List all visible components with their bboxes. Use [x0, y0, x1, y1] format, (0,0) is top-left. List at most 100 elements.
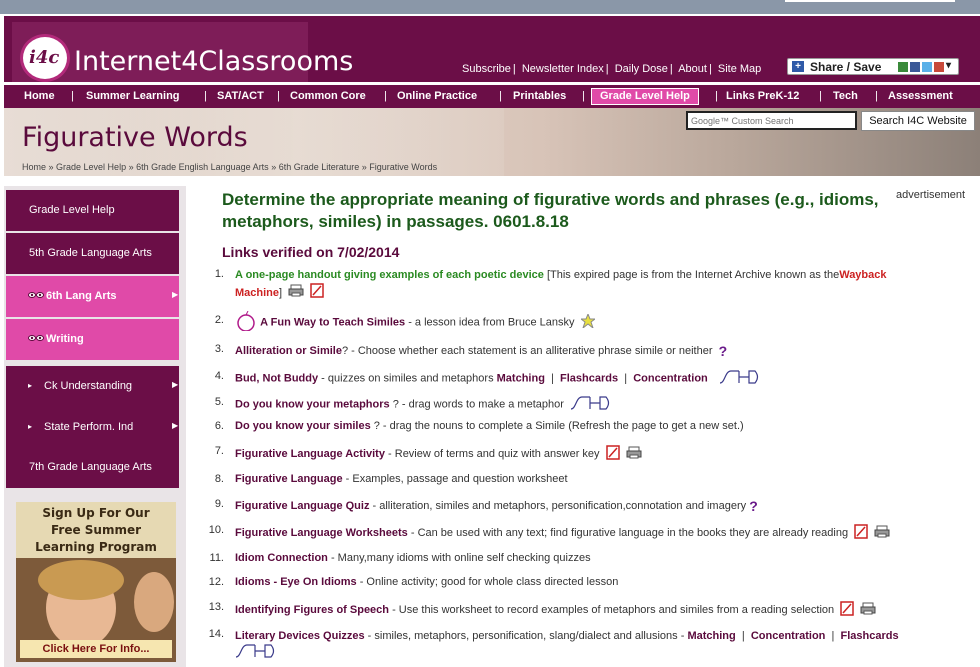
link-figurative-language[interactable]: Figurative Language	[235, 473, 343, 485]
breadcrumb-current: Figurative Words	[369, 162, 438, 172]
breadcrumb-6th-grade-ela[interactable]: 6th Grade English Language Arts	[136, 162, 269, 172]
link-literary-devices-quizzes[interactable]: Literary Devices Quizzes	[235, 630, 365, 642]
search-input[interactable]	[686, 111, 857, 130]
promo-line: Sign Up For Our	[42, 506, 150, 520]
share-label: Share / Save	[810, 60, 882, 74]
interactive-icon	[570, 396, 612, 413]
twitter-icon	[922, 62, 932, 72]
sidebar-item-5th-grade-la[interactable]: 5th Grade Language Arts	[6, 233, 179, 274]
eyes-icon	[28, 292, 44, 298]
concentration-link[interactable]: Concentration	[633, 372, 708, 384]
sidebar-item-label: Writing	[46, 333, 84, 345]
link-fun-way-similes[interactable]: A Fun Way to Teach Similes	[260, 316, 405, 328]
link-eye-on-idioms[interactable]: Idioms - Eye On Idioms	[235, 576, 357, 588]
worksheet-icon	[840, 601, 854, 619]
question-icon: ?	[718, 343, 728, 359]
promo-cta[interactable]: Click Here For Info...	[20, 640, 172, 658]
sidebar-item-label: 6th Lang Arts	[46, 290, 117, 302]
sidebar-item-label: 7th Grade Language Arts	[29, 461, 152, 473]
printer-icon	[874, 525, 890, 541]
link-figurative-language-worksheets[interactable]: Figurative Language Worksheets	[235, 527, 408, 539]
promo-photo-hair	[38, 560, 124, 600]
about-link[interactable]: About	[678, 63, 707, 75]
link-know-metaphors[interactable]: Do you know your metaphors	[235, 398, 390, 410]
sidebar-item-writing[interactable]: Writing	[6, 319, 179, 360]
breadcrumb-grade-level-help[interactable]: Grade Level Help	[56, 162, 126, 172]
newsletter-index-link[interactable]: Newsletter Index	[522, 63, 604, 75]
promo-line: Free Summer	[50, 523, 142, 537]
promo-line: Learning Program	[35, 540, 157, 554]
nav-summer-learning[interactable]: Summer Learning	[86, 85, 180, 108]
more-share-icon	[934, 62, 944, 72]
site-header: i4c Internet4Classrooms Subscribe | Newsl…	[4, 16, 980, 82]
flashcards-link[interactable]: Flashcards	[560, 372, 618, 384]
printer-icon	[626, 446, 642, 462]
sidebar: Grade Level Help 5th Grade Language Arts…	[4, 186, 186, 667]
link-figurative-language-activity[interactable]: Figurative Language Activity	[235, 448, 385, 460]
worksheet-icon	[310, 283, 324, 303]
main-nav: Home | Summer Learning | SAT/ACT | Commo…	[4, 85, 980, 108]
sidebar-item-label: Ck Understanding	[44, 380, 133, 392]
link-figurative-language-quiz[interactable]: Figurative Language Quiz	[235, 500, 369, 512]
nav-printables[interactable]: Printables	[513, 85, 566, 108]
nav-assessment[interactable]: Assessment	[888, 85, 953, 108]
interactive-icon	[235, 644, 277, 663]
nav-home[interactable]: Home	[24, 85, 55, 108]
sidebar-item-ck-understanding[interactable]: ▸ Ck Understanding ▶	[6, 366, 179, 407]
sidebar-item-grade-level-help[interactable]: Grade Level Help	[6, 190, 179, 231]
link-identifying-figures-of-speech[interactable]: Identifying Figures of Speech	[235, 604, 389, 616]
link-bud-not-buddy[interactable]: Bud, Not Buddy	[235, 372, 318, 384]
search-button[interactable]: Search I4C Website	[861, 111, 975, 131]
chevron-right-icon: ▶	[172, 380, 179, 389]
sidebar-item-label: 5th Grade Language Arts	[29, 247, 152, 259]
breadcrumb-home[interactable]: Home	[22, 162, 46, 172]
apple-icon	[235, 310, 257, 334]
chevron-down-icon: ▾	[946, 60, 952, 71]
nav-tech[interactable]: Tech	[833, 85, 858, 108]
flashcards-link[interactable]: Flashcards	[840, 630, 898, 642]
top-strip	[0, 0, 980, 14]
concentration-link[interactable]: Concentration	[751, 630, 826, 642]
summer-learning-promo[interactable]: Sign Up For Our Free Summer Learning Pro…	[16, 502, 176, 662]
nav-sat-act[interactable]: SAT/ACT	[217, 85, 264, 108]
link-poetic-device-handout[interactable]: A one-page handout giving examples of ea…	[235, 269, 544, 281]
share-save-button[interactable]: + Share / Save ▾	[787, 58, 959, 75]
daily-dose-link[interactable]: Daily Dose	[615, 63, 668, 75]
email-icon	[898, 62, 908, 72]
matching-link[interactable]: Matching	[687, 630, 735, 642]
sidebar-item-7th-grade-la[interactable]: 7th Grade Language Arts	[6, 447, 179, 488]
sidebar-item-6th-lang-arts[interactable]: 6th Lang Arts ▶	[6, 276, 179, 317]
sidebar-item-label: Grade Level Help	[29, 204, 115, 216]
page-title: Figurative Words	[22, 122, 248, 153]
matching-link[interactable]: Matching	[497, 372, 545, 384]
link-alliteration-or-simile[interactable]: Alliteration or Simile	[235, 345, 342, 357]
star-icon	[579, 312, 597, 331]
content-heading: Determine the appropriate meaning of fig…	[222, 190, 879, 231]
links-verified: Links verified on 7/02/2014	[222, 244, 400, 260]
question-icon: ?	[749, 498, 758, 514]
bullet-icon: ▸	[28, 422, 33, 431]
logo-text: i4c	[29, 47, 60, 68]
chevron-right-icon: ▶	[172, 290, 179, 299]
page-banner: Figurative Words Home » Grade Level Help…	[4, 108, 980, 176]
nav-common-core[interactable]: Common Core	[290, 85, 366, 108]
nav-links-prek-12[interactable]: Links PreK-12	[726, 85, 799, 108]
eyes-icon	[28, 335, 44, 341]
site-logo[interactable]: i4c	[20, 34, 70, 82]
plus-icon: +	[792, 61, 804, 72]
top-strip-box	[785, 0, 955, 2]
site-title[interactable]: Internet4Classrooms	[74, 46, 353, 77]
interactive-icon	[719, 370, 761, 387]
breadcrumb-6th-grade-literature[interactable]: 6th Grade Literature	[279, 162, 360, 172]
site-map-link[interactable]: Site Map	[718, 63, 761, 75]
link-idiom-connection[interactable]: Idiom Connection	[235, 552, 328, 564]
logo-area[interactable]: i4c Internet4Classrooms	[12, 22, 353, 82]
nav-grade-level-help[interactable]: Grade Level Help	[591, 88, 699, 105]
subscribe-link[interactable]: Subscribe	[462, 63, 511, 75]
chevron-right-icon: ▶	[172, 421, 179, 430]
link-know-similes[interactable]: Do you know your similes	[235, 420, 371, 432]
sidebar-item-state-perform[interactable]: ▸ State Perform. Ind ▶	[6, 407, 179, 448]
nav-online-practice[interactable]: Online Practice	[397, 85, 477, 108]
printer-icon	[860, 602, 876, 618]
top-links: Subscribe | Newsletter Index | Daily Dose |…	[462, 63, 762, 75]
